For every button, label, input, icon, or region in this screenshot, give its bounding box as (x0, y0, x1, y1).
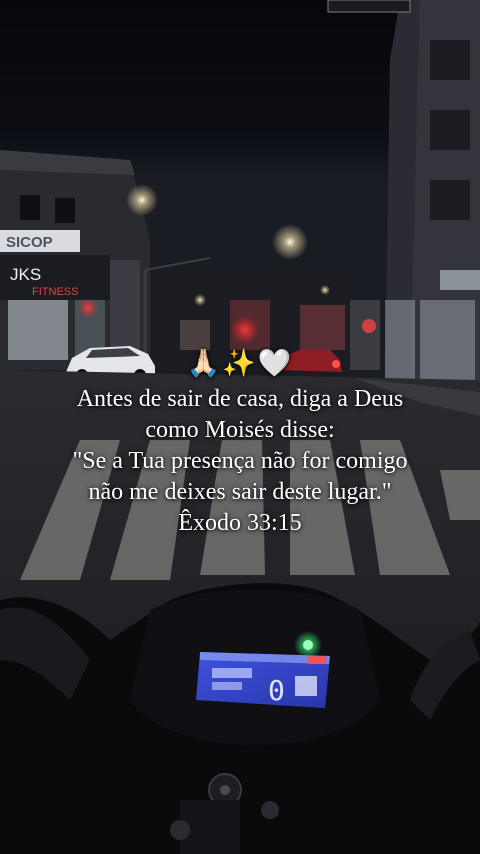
speedometer-display: 0 (196, 652, 330, 708)
store-sign-fitness: FITNESS (32, 286, 78, 298)
emoji-row: 🙏🏻✨🤍 (0, 344, 480, 384)
caption-line-2: como Moisés disse: (145, 417, 335, 443)
caption-line-3: "Se a Tua presença não for comigo (72, 448, 408, 474)
store-sign-jks: JKS (10, 265, 41, 284)
caption-verse-reference: Êxodo 33:15 (178, 510, 302, 536)
store-sign-sicop: SICOP (6, 234, 53, 251)
caption-line-4: não me deixes sair deste lugar." (88, 479, 392, 505)
praying-hands-icon: 🙏🏻 (186, 348, 223, 379)
photo-scene: SICOP JKS FITNESS 0 🙏🏻✨🤍 Antes de sair d… (0, 0, 480, 854)
caption-line-1: Antes de sair de casa, diga a Deus (76, 386, 404, 412)
white-heart-icon: 🤍 (257, 348, 294, 379)
gear-indicator: 0 (268, 674, 285, 707)
quote-caption: 🙏🏻✨🤍 Antes de sair de casa, diga a Deus … (0, 344, 480, 539)
left-building: SICOP JKS FITNESS (0, 150, 150, 370)
sparkles-icon: ✨ (222, 348, 258, 379)
